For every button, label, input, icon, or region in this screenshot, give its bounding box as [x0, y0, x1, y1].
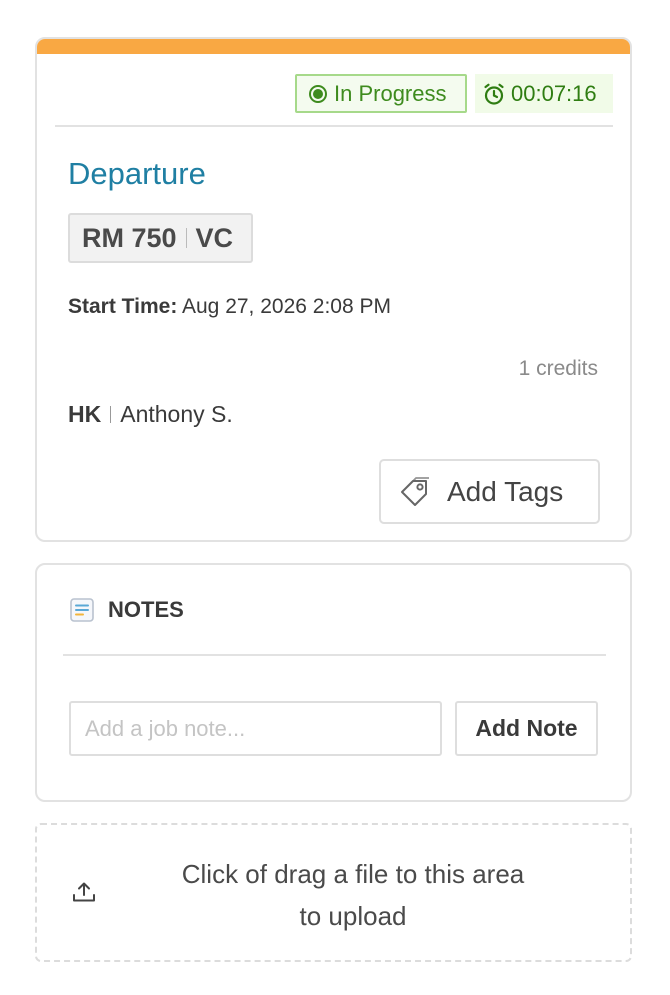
job-title: Departure [68, 156, 206, 191]
assignee-separator [110, 406, 112, 423]
stopwatch-icon [484, 83, 504, 105]
assignee: HK Anthony S. [68, 401, 233, 428]
room-status: VC [195, 222, 234, 253]
notes-title: NOTES [108, 597, 184, 622]
add-note-button[interactable]: Add Note [455, 701, 598, 756]
notes-divider [63, 654, 606, 656]
add-tags-button[interactable]: Add Tags [379, 459, 600, 524]
room-number: RM 750 [82, 222, 177, 253]
start-time-label: Start Time: [68, 295, 178, 318]
assignee-department: HK [68, 401, 102, 427]
credits: 1 credits [518, 357, 598, 380]
add-tags-label: Add Tags [447, 475, 564, 507]
start-time: Start Time: Aug 27, 2026 2:08 PM [68, 295, 391, 319]
timer-value: 00:07:16 [511, 80, 597, 106]
job-note-input[interactable] [69, 701, 442, 756]
card-divider [55, 125, 613, 127]
upload-icon [73, 882, 95, 902]
status-dot-icon [309, 84, 327, 103]
status-accent-bar [37, 39, 630, 54]
assignee-name: Anthony S. [120, 401, 233, 427]
start-time-value: Aug 27, 2026 2:08 PM [182, 295, 391, 318]
room-chip: RM 750 VC [68, 213, 253, 263]
upload-instructions: Click of drag a file to this area to upl… [133, 853, 573, 937]
document-icon [70, 598, 94, 622]
notes-header: NOTES [69, 597, 184, 623]
room-separator [185, 228, 187, 248]
status-label: In Progress [334, 80, 447, 106]
notes-card: NOTES Add Note [35, 563, 632, 802]
timer-badge: 00:07:16 [475, 74, 613, 113]
upload-instructions-line1: Click of drag a file to this area [181, 859, 525, 889]
job-card: In Progress 00:07:16 Departure RM 750 VC… [35, 37, 632, 542]
status-badge: In Progress [295, 74, 467, 113]
upload-instructions-line2: to upload [299, 901, 407, 931]
tag-icon [401, 476, 429, 506]
file-upload-dropzone[interactable]: Click of drag a file to this area to upl… [35, 823, 632, 962]
